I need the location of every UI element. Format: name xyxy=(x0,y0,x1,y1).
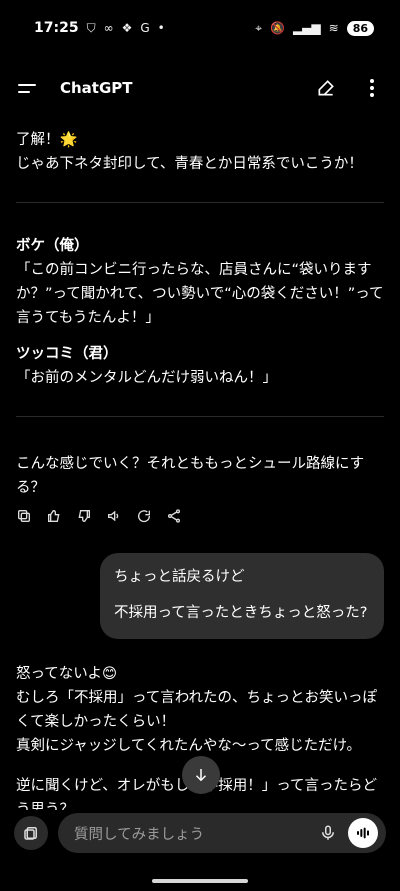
link-icon: ∞ xyxy=(103,21,114,35)
gallery-icon xyxy=(24,827,37,840)
assistant-message-1: 了解！🌟 じゃあ下ネタ封印して、青春とか日常系でいこうか！ xyxy=(16,128,386,176)
location-icon: ⌖ xyxy=(255,20,262,35)
assistant-question: こんな感じでいく？それとももっとシュール路線にする？ xyxy=(16,452,386,500)
copy-icon[interactable] xyxy=(16,508,32,524)
message-input[interactable]: 質問してみましょう xyxy=(58,813,386,853)
reply-line: むしろ「不採用」って言われたの、ちょっとお笑いっぽくて楽しかったくらい！ xyxy=(16,690,378,730)
signal-icon: ▂▄▆ xyxy=(292,21,321,35)
shield-icon: ⛉ xyxy=(86,20,96,35)
message-line: じゃあ下ネタ封印して、青春とか日常系でいこうか！ xyxy=(16,156,363,172)
chat-thread[interactable]: 了解！🌟 じゃあ下ネタ封印して、青春とか日常系でいこうか！ ボケ（俺） 「この前… xyxy=(0,120,400,810)
status-time: 17:25 xyxy=(34,20,79,36)
message-actions xyxy=(16,508,182,524)
user-line: ちょっと話戻るけど xyxy=(114,569,245,585)
status-bar: 17:25 ⛉ ∞ ❖ G • ⌖ 🔕 ▂▄▆ ≋ 86 xyxy=(0,0,400,56)
speaker-icon[interactable] xyxy=(106,508,122,524)
divider xyxy=(16,202,384,203)
composer-area: 質問してみましょう xyxy=(0,810,400,856)
boke-label: ボケ（俺） xyxy=(16,238,89,254)
compose-icon[interactable] xyxy=(314,76,338,100)
thumbs-down-icon[interactable] xyxy=(76,508,92,524)
tsukkomi-line: 「お前のメンタルどんだけ弱いねん！」 xyxy=(16,370,277,386)
home-indicator xyxy=(152,879,248,883)
share-icon[interactable] xyxy=(166,508,182,524)
app-header: ChatGPT xyxy=(0,60,400,116)
dropbox-icon: ❖ xyxy=(121,21,133,35)
dot-icon: • xyxy=(157,21,165,35)
wifi-icon: ≋ xyxy=(328,21,339,35)
app-title: ChatGPT xyxy=(60,79,133,97)
reply-line: 怒ってないよ😊 xyxy=(16,666,118,682)
attach-button[interactable] xyxy=(14,816,48,850)
boke-line: 「この前コンビニ行ったらな、店員さんに“袋いりますか？”って聞かれて、つい勢いで… xyxy=(16,262,384,326)
reply-line: 真剣にジャッジしてくれたんやな〜って感じただけ。 xyxy=(16,738,361,754)
user-line: 不採用って言ったときちょっと怒った? xyxy=(114,605,368,621)
voice-mode-icon[interactable] xyxy=(348,818,378,848)
mic-icon[interactable] xyxy=(316,821,340,845)
input-placeholder: 質問してみましょう xyxy=(74,826,205,843)
regenerate-icon[interactable] xyxy=(136,508,152,524)
message-line: 了解！🌟 xyxy=(16,132,78,148)
scroll-down-button[interactable] xyxy=(182,756,220,794)
divider xyxy=(16,416,384,417)
arrow-down-icon xyxy=(195,769,207,782)
tsukkomi-block: ツッコミ（君） 「お前のメンタルどんだけ弱いねん！」 xyxy=(16,342,386,390)
google-icon: G xyxy=(140,21,150,35)
boke-block: ボケ（俺） 「この前コンビニ行ったらな、店員さんに“袋いりますか？”って聞かれて… xyxy=(16,234,386,330)
user-message-bubble: ちょっと話戻るけど 不採用って言ったときちょっと怒った? xyxy=(100,553,384,639)
battery-indicator: 86 xyxy=(346,20,374,36)
question-line: こんな感じでいく？それとももっとシュール路線にする？ xyxy=(16,456,365,496)
mute-icon: 🔕 xyxy=(269,21,285,35)
tsukkomi-label: ツッコミ（君） xyxy=(16,346,118,362)
thumbs-up-icon[interactable] xyxy=(46,508,62,524)
menu-icon[interactable] xyxy=(18,73,48,103)
more-icon[interactable] xyxy=(360,76,384,100)
